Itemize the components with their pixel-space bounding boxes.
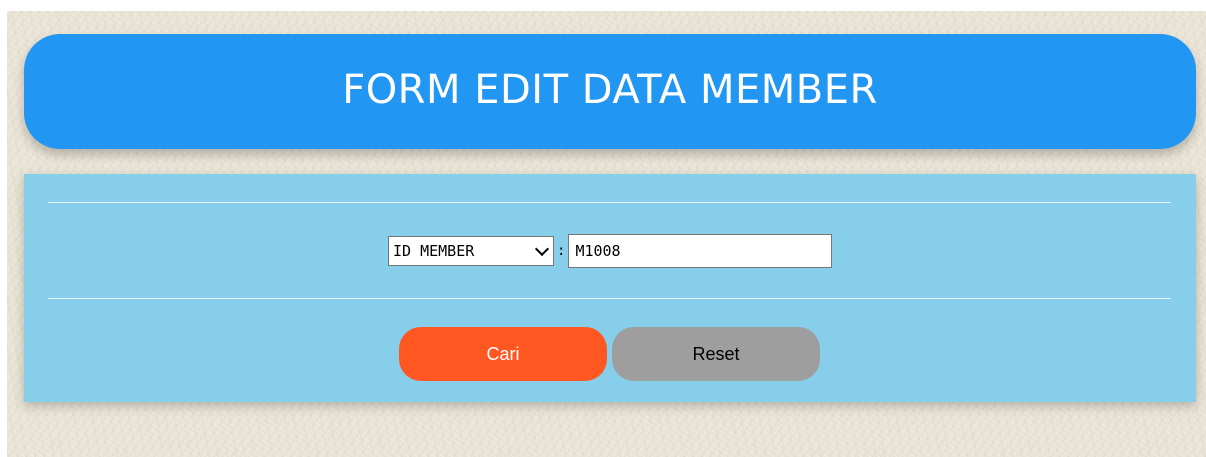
page-title: FORM EDIT DATA MEMBER <box>342 66 878 113</box>
header-banner: FORM EDIT DATA MEMBER <box>24 34 1196 149</box>
search-row: ID MEMBER : <box>388 234 833 268</box>
reset-button[interactable]: Reset <box>612 327 820 381</box>
search-button[interactable]: Cari <box>399 327 607 381</box>
form-panel: ID MEMBER : Cari Reset <box>24 174 1196 402</box>
divider-bottom <box>48 298 1171 299</box>
chevron-down-icon <box>534 241 550 256</box>
search-field-select[interactable]: ID MEMBER <box>388 236 554 266</box>
field-separator: : <box>557 243 566 259</box>
search-field-select-value: ID MEMBER <box>393 242 475 260</box>
search-input[interactable] <box>568 234 833 268</box>
divider-top <box>48 202 1171 203</box>
